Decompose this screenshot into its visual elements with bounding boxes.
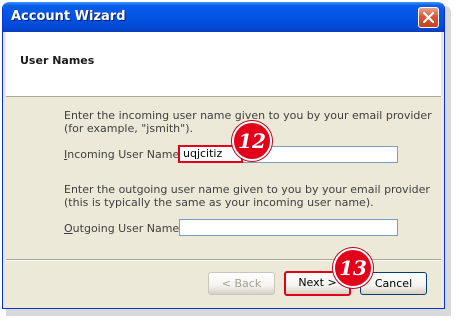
- incoming-description-line1: Enter the incoming user name given to yo…: [64, 109, 432, 122]
- wizard-content: Enter the incoming user name given to yo…: [6, 97, 441, 257]
- header-panel: User Names: [6, 32, 441, 97]
- outgoing-description: Enter the outgoing user name given to yo…: [64, 183, 430, 209]
- close-button[interactable]: [418, 7, 439, 28]
- step-badge-12: 12: [232, 121, 272, 161]
- title-bar[interactable]: Account Wizard: [3, 2, 444, 32]
- outgoing-description-line2: (this is typically the same as your inco…: [64, 196, 374, 209]
- close-icon: [423, 12, 434, 23]
- incoming-username-label: Incoming User Name:: [64, 148, 183, 161]
- incoming-label-text: ncoming User Name:: [67, 148, 183, 161]
- outgoing-description-line1: Enter the outgoing user name given to yo…: [64, 183, 430, 196]
- footer-divider: [6, 259, 441, 261]
- window-title: Account Wizard: [11, 9, 126, 24]
- outgoing-username-field[interactable]: [179, 219, 398, 236]
- outgoing-label-accesskey: O: [64, 222, 73, 235]
- outgoing-username-label: Outgoing User Name:: [64, 222, 183, 235]
- account-wizard-dialog: Account Wizard User Names Enter the inco…: [2, 2, 445, 309]
- page-title: User Names: [20, 54, 95, 67]
- outgoing-label-text: utgoing User Name:: [72, 222, 183, 235]
- back-button[interactable]: < Back: [208, 272, 275, 295]
- step-badge-13: 13: [333, 248, 373, 288]
